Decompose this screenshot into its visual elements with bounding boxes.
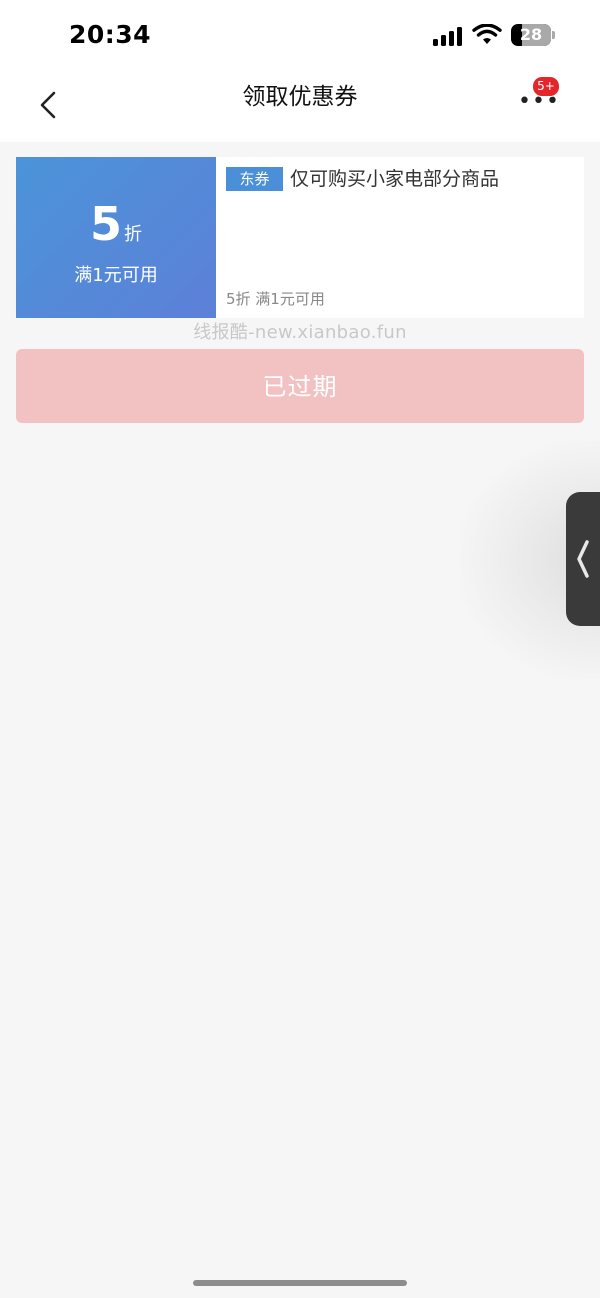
- wifi-icon: [472, 24, 502, 44]
- battery-percentage: 28: [519, 25, 543, 44]
- side-drawer-handle[interactable]: [566, 492, 600, 626]
- coupon-card: 5折 满1元可用 东券 仅可购买小家电部分商品 5折 满1元可用: [16, 157, 584, 318]
- coupon-info-panel: 东券 仅可购买小家电部分商品 5折 满1元可用: [216, 157, 584, 318]
- coupon-value-panel: 5折 满1元可用: [16, 157, 216, 318]
- more-button[interactable]: ••• 5+: [508, 76, 560, 120]
- battery-icon: 28: [511, 24, 551, 46]
- nav-bar: 领取优惠券 ••• 5+: [0, 70, 600, 142]
- home-indicator[interactable]: [193, 1280, 407, 1286]
- notification-badge: 5+: [532, 76, 560, 97]
- status-bar: 20:34 28: [0, 0, 600, 70]
- chevron-left-icon: [577, 540, 589, 578]
- coupon-summary: 5折 满1元可用: [226, 290, 325, 308]
- expired-button[interactable]: 已过期: [16, 349, 584, 423]
- discount-unit: 折: [124, 224, 142, 245]
- status-time: 20:34: [69, 20, 152, 49]
- coupon-description: 仅可购买小家电部分商品: [290, 168, 500, 190]
- watermark: 线报酷-new.xianbao.fun: [193, 322, 407, 343]
- more-dots-icon: •••: [518, 89, 560, 114]
- battery-cap: [552, 31, 555, 39]
- coupon-discount: 5折: [16, 197, 216, 251]
- cellular-signal-icon: [433, 26, 463, 46]
- discount-value: 5: [89, 197, 122, 251]
- coupon-type-tag: 东券: [226, 167, 283, 191]
- coupon-condition: 满1元可用: [74, 265, 158, 286]
